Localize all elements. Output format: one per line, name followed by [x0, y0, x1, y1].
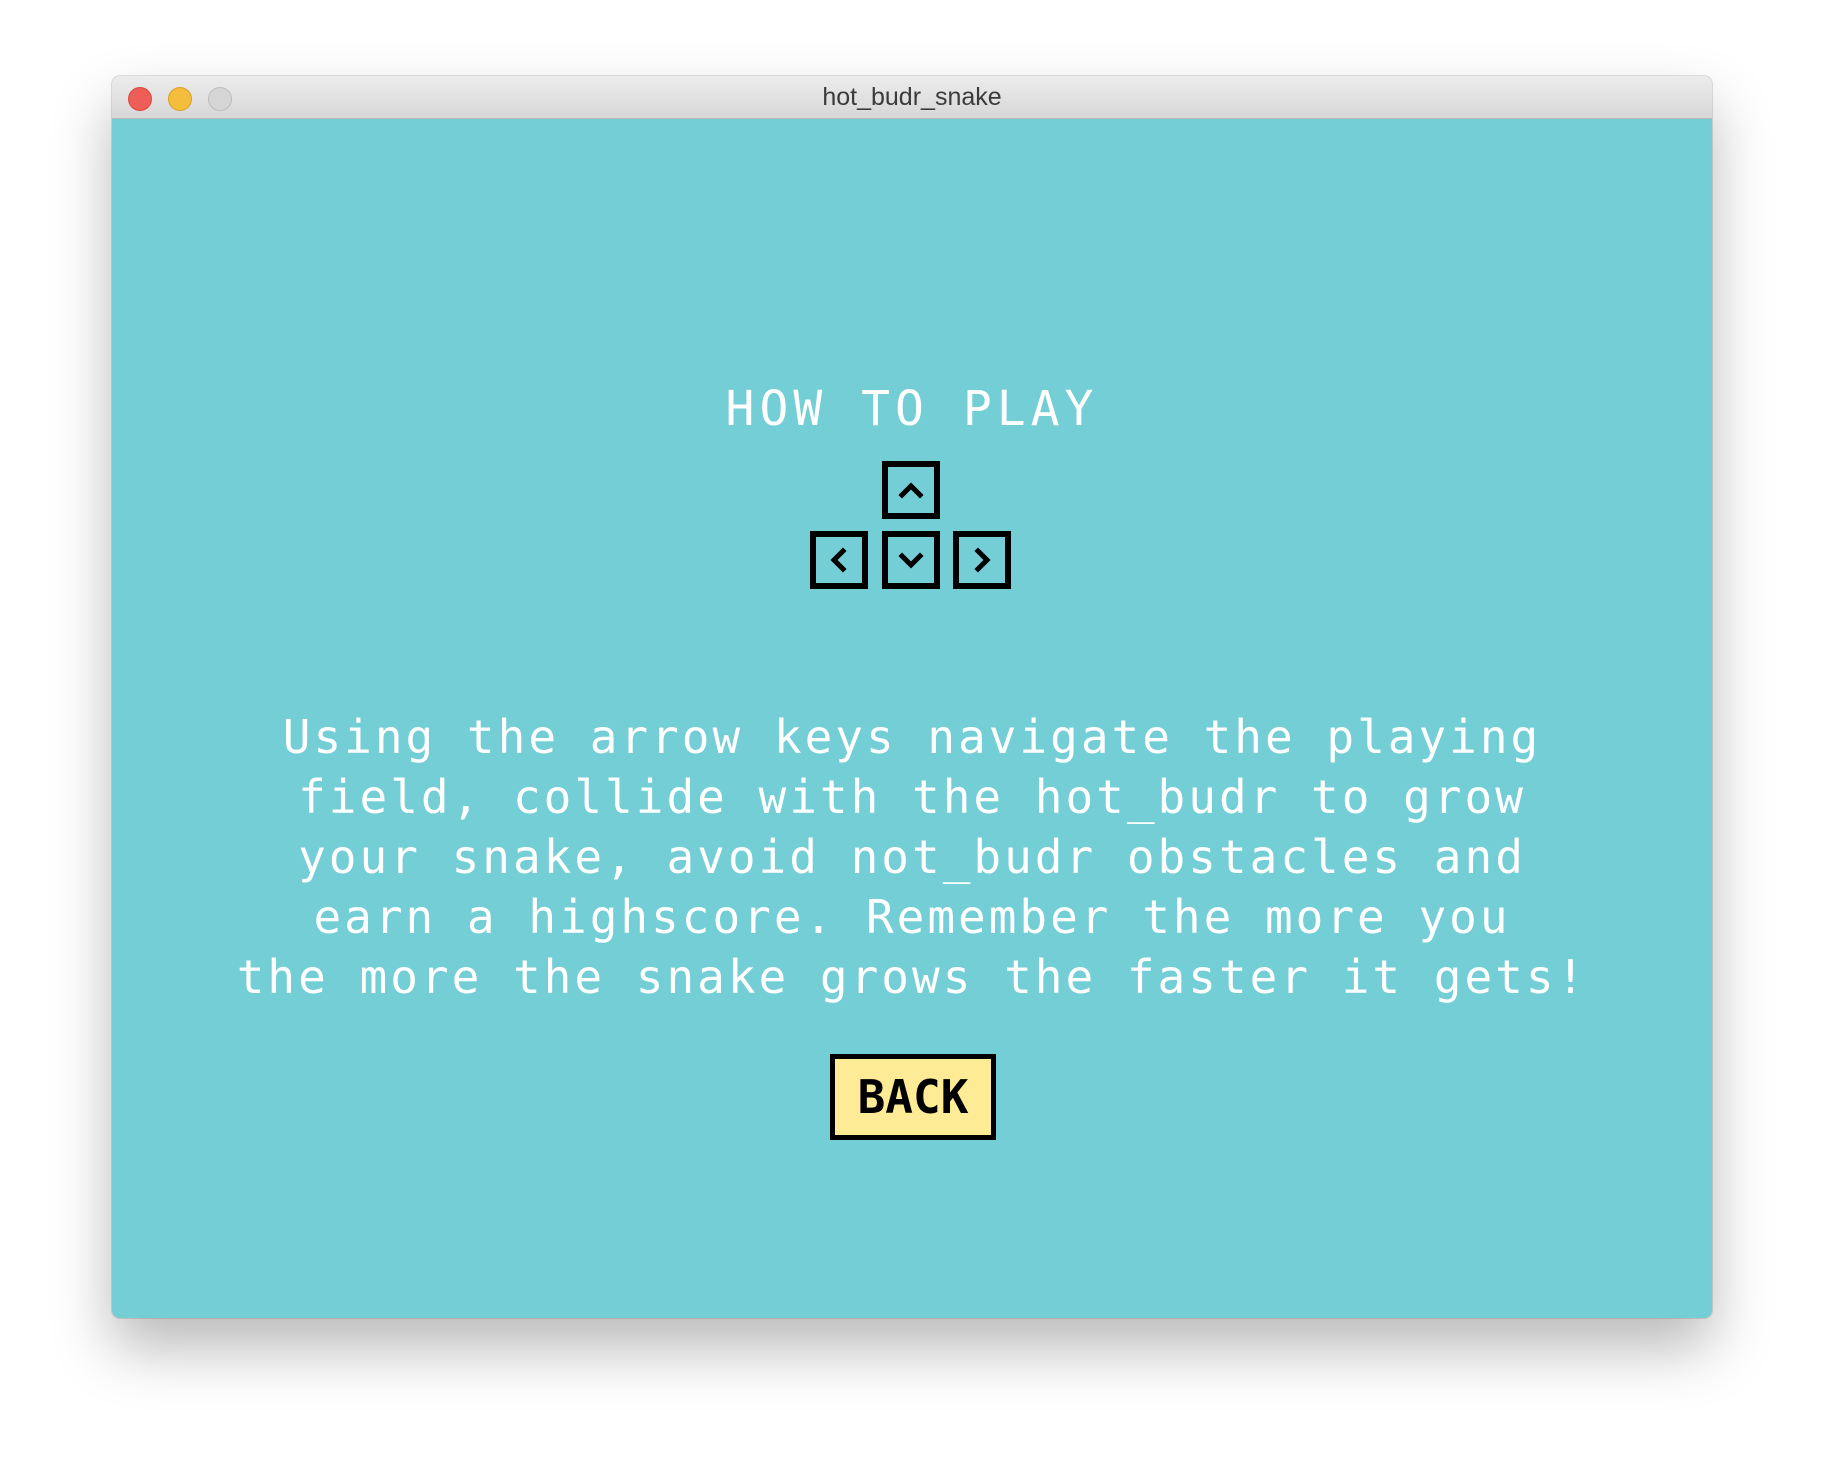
app-window: hot_budr_snake HOW TO PLAY Using the arr… — [112, 76, 1712, 1318]
back-button[interactable]: BACK — [830, 1054, 996, 1140]
instructions-line: the more the snake grows the faster it g… — [236, 950, 1588, 1004]
instructions-line: your snake, avoid not_budr obstacles and — [298, 830, 1526, 884]
window-title: hot_budr_snake — [822, 83, 1002, 111]
left-arrow-key-icon — [810, 531, 868, 589]
right-arrow-key-icon — [953, 531, 1011, 589]
page-title: HOW TO PLAY — [725, 381, 1099, 437]
instructions-text: Using the arrow keys navigate the playin… — [232, 707, 1592, 1007]
instructions-line: earn a highscore. Remember the more you — [313, 890, 1511, 944]
title-bar[interactable]: hot_budr_snake — [112, 76, 1712, 119]
up-arrow-key-icon — [882, 461, 940, 519]
how-to-play-screen: HOW TO PLAY Using the arrow keys navigat… — [112, 119, 1712, 1318]
arrow-keys-graphic — [810, 461, 1020, 597]
instructions-line: field, collide with the hot_budr to grow — [298, 770, 1526, 824]
instructions-line: Using the arrow keys navigate the playin… — [282, 710, 1542, 764]
down-arrow-key-icon — [882, 531, 940, 589]
